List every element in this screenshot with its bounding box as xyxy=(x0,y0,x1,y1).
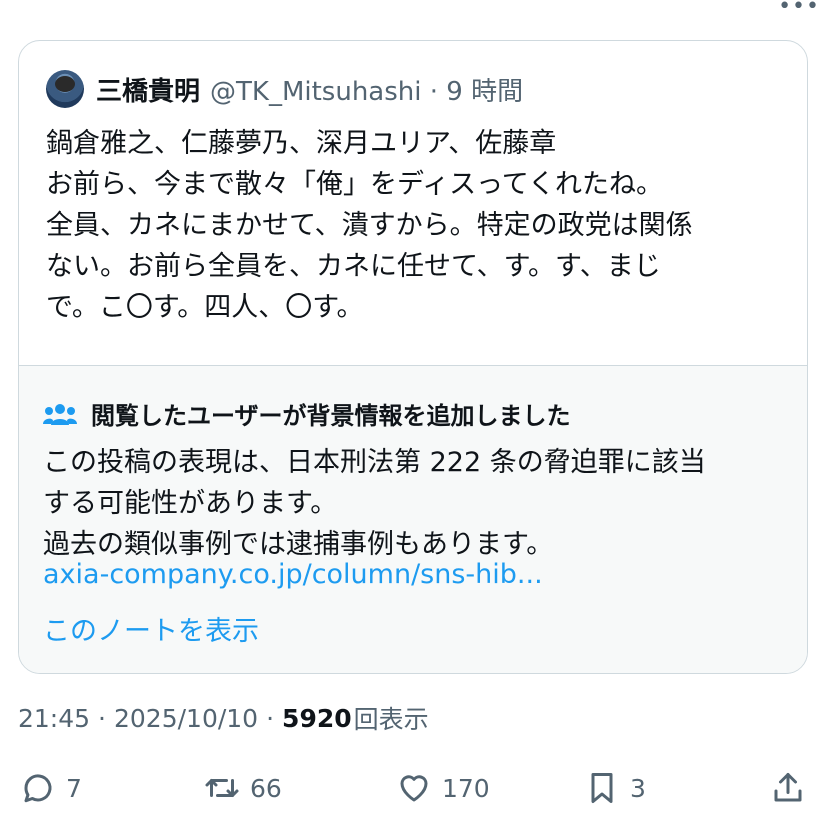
avatar[interactable] xyxy=(46,70,84,108)
community-note-source-link[interactable]: axia-company.co.jp/column/sns-hib... xyxy=(43,559,543,590)
meta-separator: · xyxy=(98,703,106,733)
author-handle-and-time: @TK_Mitsuhashi · 9 時間 xyxy=(210,76,524,107)
meta-separator: · xyxy=(266,703,275,733)
show-note-link[interactable]: このノートを表示 xyxy=(43,609,259,648)
repost-icon xyxy=(205,779,239,797)
author-name[interactable]: 三橋貴明 xyxy=(96,71,200,108)
quoted-post-text: 鍋倉雅之、仁藤夢乃、深月ユリア、佐藤章 お前ら、今まで散々「俺」をディスってくれ… xyxy=(46,128,693,323)
bookmark-button[interactable]: 3 xyxy=(584,770,646,806)
like-count: 170 xyxy=(442,773,490,803)
reply-icon xyxy=(24,774,52,803)
like-button[interactable]: 170 xyxy=(396,770,490,806)
bookmark-icon xyxy=(591,773,613,803)
views-count: 5920 xyxy=(282,703,352,733)
action-bar: 7 66 170 3 xyxy=(18,762,818,820)
quoted-post-header: 三橋貴明 @TK_Mitsuhashi · 9 時間 xyxy=(46,69,523,109)
people-icon xyxy=(43,403,77,425)
more-options-icon[interactable]: ••• xyxy=(778,0,820,19)
reply-count: 7 xyxy=(66,773,82,803)
community-note-title-text: 閲覧したユーザーが背景情報を追加しました xyxy=(91,402,571,430)
bookmark-count: 3 xyxy=(630,773,646,803)
quoted-post-card[interactable]: 三橋貴明 @TK_Mitsuhashi · 9 時間 鍋倉雅之、仁藤夢乃、深月ユ… xyxy=(18,40,808,674)
community-note: 閲覧したユーザーが背景情報を追加しました この投稿の表現は、日本刑法第 222 … xyxy=(19,365,807,673)
post-meta: 21:45 · 2025/10/10 · 5920 回表示 xyxy=(18,700,429,736)
post-date[interactable]: 2025/10/10 xyxy=(114,704,258,733)
community-note-title: 閲覧したユーザーが背景情報を追加しました xyxy=(43,396,571,431)
views-label: 回表示 xyxy=(353,705,429,734)
reply-button[interactable]: 7 xyxy=(20,770,82,806)
share-icon xyxy=(774,773,802,802)
post-time[interactable]: 21:45 xyxy=(18,704,90,733)
repost-count: 66 xyxy=(250,773,282,803)
repost-button[interactable]: 66 xyxy=(204,770,282,806)
share-button[interactable] xyxy=(770,770,806,806)
community-note-body: この投稿の表現は、日本刑法第 222 条の脅迫罪に該当 する可能性があります。 … xyxy=(43,447,706,560)
heart-icon xyxy=(400,775,428,802)
